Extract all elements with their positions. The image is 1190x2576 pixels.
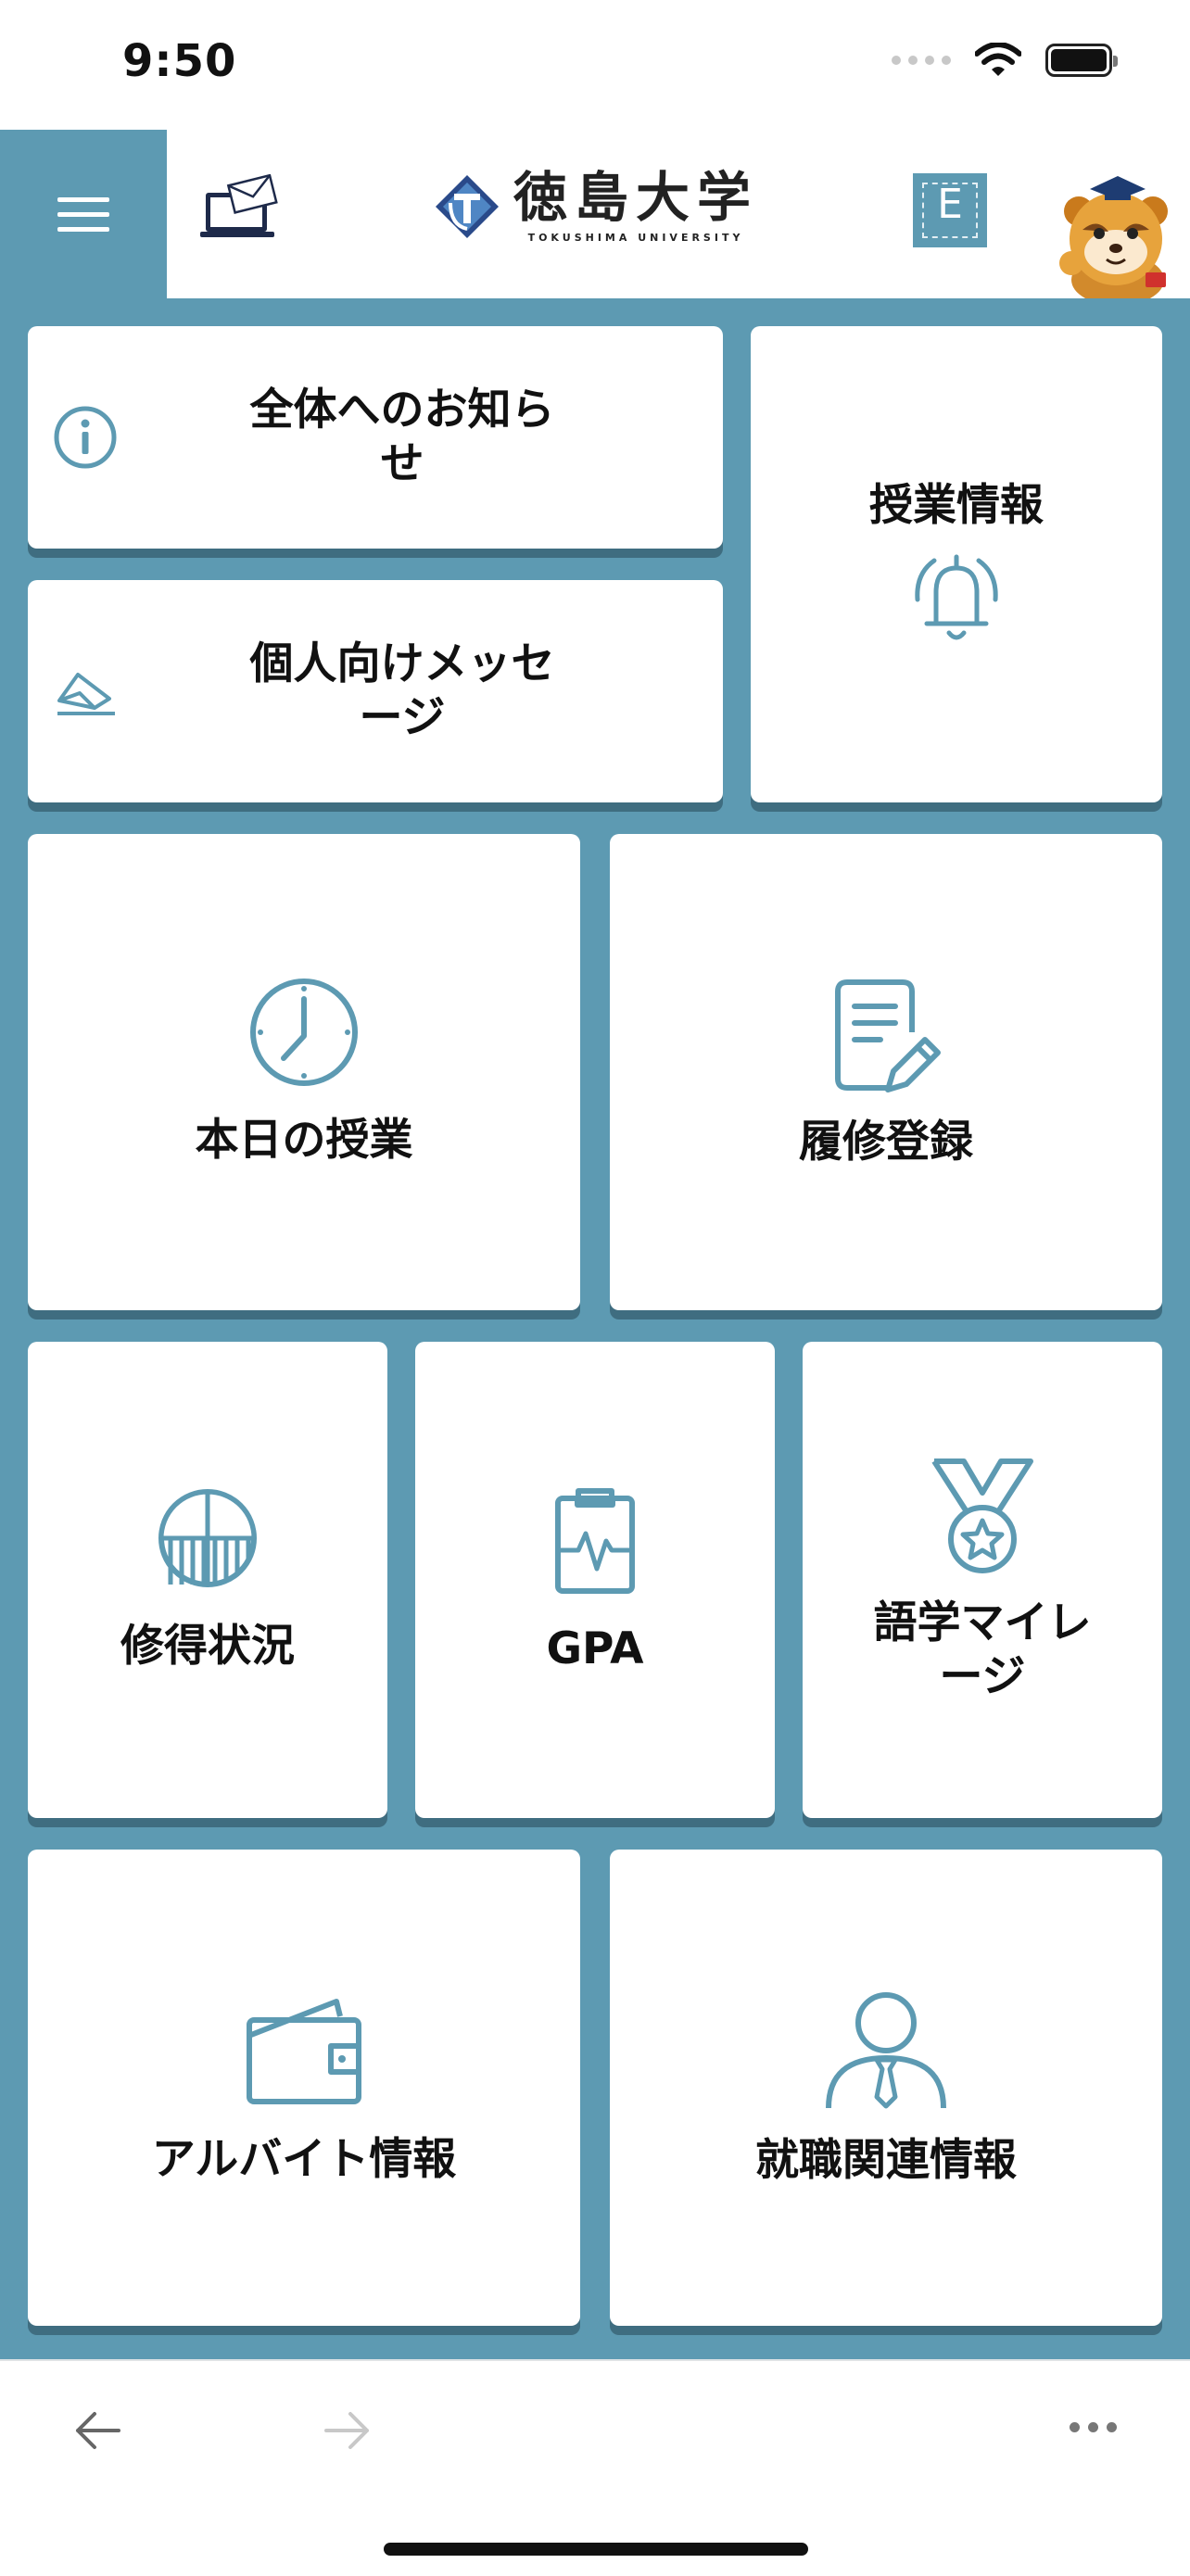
tile-label: アルバイト情報 <box>151 2134 457 2185</box>
tile-today-classes[interactable]: 本日の授業 <box>28 834 580 1310</box>
home-indicator <box>384 2543 808 2556</box>
bell-icon <box>915 554 998 640</box>
more-options-icon[interactable] <box>1070 2422 1117 2432</box>
status-time: 9:50 <box>122 35 237 87</box>
hamburger-icon <box>57 211 109 217</box>
menu-button[interactable] <box>0 130 167 298</box>
tile-notice-all[interactable]: 全体へのお知らせ <box>28 326 723 549</box>
tile-label: 授業情報 <box>869 480 1044 531</box>
logo-japanese: 徳島大学 <box>513 166 759 229</box>
tile-gpa[interactable]: GPA <box>415 1342 775 1818</box>
tile-label: 履修登録 <box>799 1117 973 1168</box>
tile-course-registration[interactable]: 履修登録 <box>610 834 1162 1310</box>
tile-personal-messages[interactable]: 個人向けメッセージ <box>28 580 723 802</box>
tile-part-time-jobs[interactable]: アルバイト情報 <box>28 1850 580 2326</box>
person-tie-icon <box>826 1992 946 2109</box>
back-arrow-icon[interactable] <box>72 2407 122 2454</box>
info-icon <box>54 406 117 469</box>
browser-toolbar <box>0 2359 1190 2576</box>
cellular-signal-icon <box>892 56 951 65</box>
mascot-icon[interactable] <box>1051 170 1190 298</box>
tile-language-mileage[interactable]: 語学マイレージ <box>803 1342 1162 1818</box>
document-edit-icon <box>835 979 941 1092</box>
wifi-icon <box>975 43 1021 76</box>
medal-icon <box>931 1458 1033 1573</box>
clipboard-pulse-icon <box>555 1488 635 1594</box>
status-icons <box>892 43 1118 78</box>
logo-english: TOKUSHIMA UNIVERSITY <box>527 232 744 244</box>
status-bar: 9:50 <box>0 0 1190 130</box>
tile-label: 全体へのお知らせ <box>249 385 555 489</box>
pie-chart-icon <box>158 1489 257 1587</box>
wallet-icon <box>247 1999 361 2104</box>
university-emblem-icon <box>436 174 499 238</box>
tile-label: 就職関連情報 <box>755 2135 1017 2186</box>
tile-class-info[interactable]: 授業情報 <box>751 326 1162 802</box>
tile-label: GPA <box>546 1623 644 1674</box>
tile-credits-status[interactable]: 修得状況 <box>28 1342 387 1818</box>
e-box-button[interactable]: E <box>913 173 987 247</box>
tile-career-info[interactable]: 就職関連情報 <box>610 1850 1162 2326</box>
tile-label: 修得状況 <box>120 1621 295 1672</box>
forward-arrow-icon[interactable] <box>323 2407 373 2454</box>
tile-label: 個人向けメッセージ <box>249 638 555 743</box>
university-logo: 徳島大学 TOKUSHIMA UNIVERSITY <box>434 169 758 244</box>
tile-label: 本日の授業 <box>195 1115 413 1166</box>
e-box-icon: E <box>922 183 978 238</box>
menu-grid: 全体へのお知らせ 個人向けメッセージ 授業情報 本日の授業 履修登録 修得状況 … <box>0 298 1190 2359</box>
tile-label: 語学マイレージ <box>873 1597 1092 1702</box>
battery-icon <box>1045 44 1118 77</box>
laptop-mail-icon[interactable] <box>200 174 278 243</box>
clock-icon <box>250 979 358 1086</box>
envelope-icon <box>57 673 115 715</box>
app-header: 徳島大学 TOKUSHIMA UNIVERSITY E <box>0 130 1190 298</box>
